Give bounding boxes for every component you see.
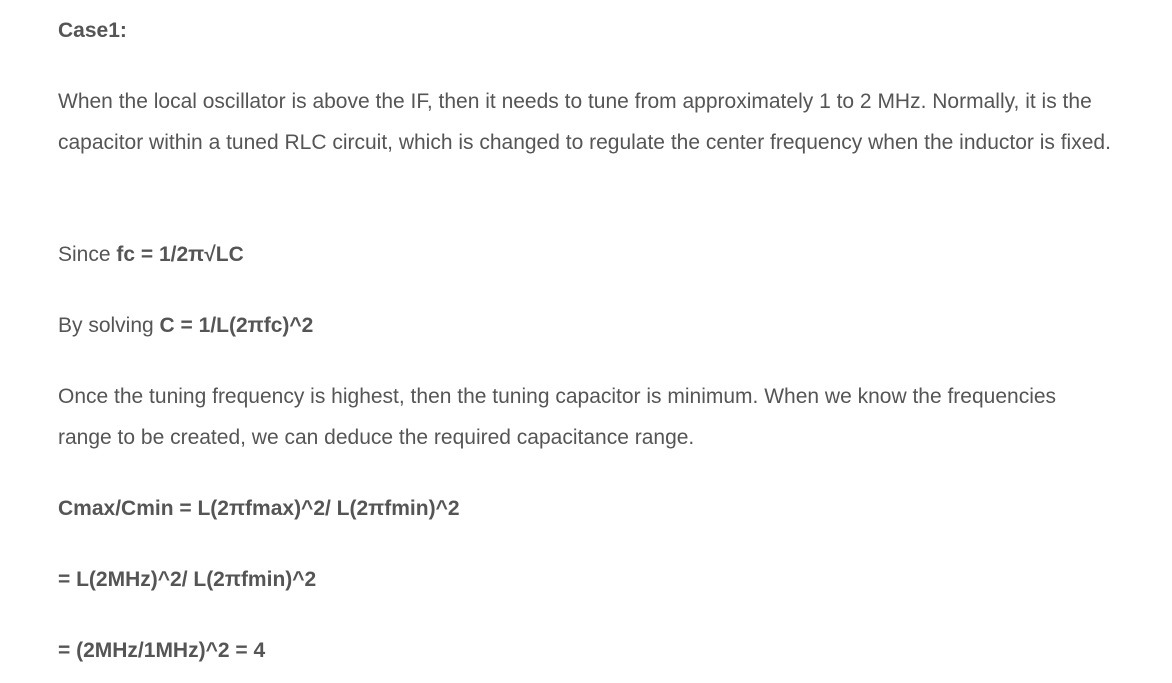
equation-result: = (2MHz/1MHz)^2 = 4 [58, 639, 266, 662]
equation-ratio: Cmax/Cmin = L(2πfmax)^2/ L(2πfmin)^2 [58, 497, 460, 520]
solving-prefix: By solving [58, 314, 160, 337]
solving-line: By solving C = 1/L(2πfc)^2 [58, 305, 1114, 346]
article-content: Case1: When the local oscillator is abov… [0, 0, 1172, 683]
intro-paragraph: When the local oscillator is above the I… [58, 90, 1111, 154]
capacitance-formula: C = 1/L(2πfc)^2 [159, 314, 314, 337]
case-heading: Case1: [58, 19, 127, 42]
frequency-formula: fc = 1/2π√LC [116, 243, 244, 266]
tuning-paragraph: Once the tuning frequency is highest, th… [58, 385, 1057, 449]
since-prefix: Since [58, 243, 117, 266]
equation-substitution: = L(2MHz)^2/ L(2πfmin)^2 [58, 568, 317, 591]
since-line: Since fc = 1/2π√LC [58, 234, 1114, 275]
